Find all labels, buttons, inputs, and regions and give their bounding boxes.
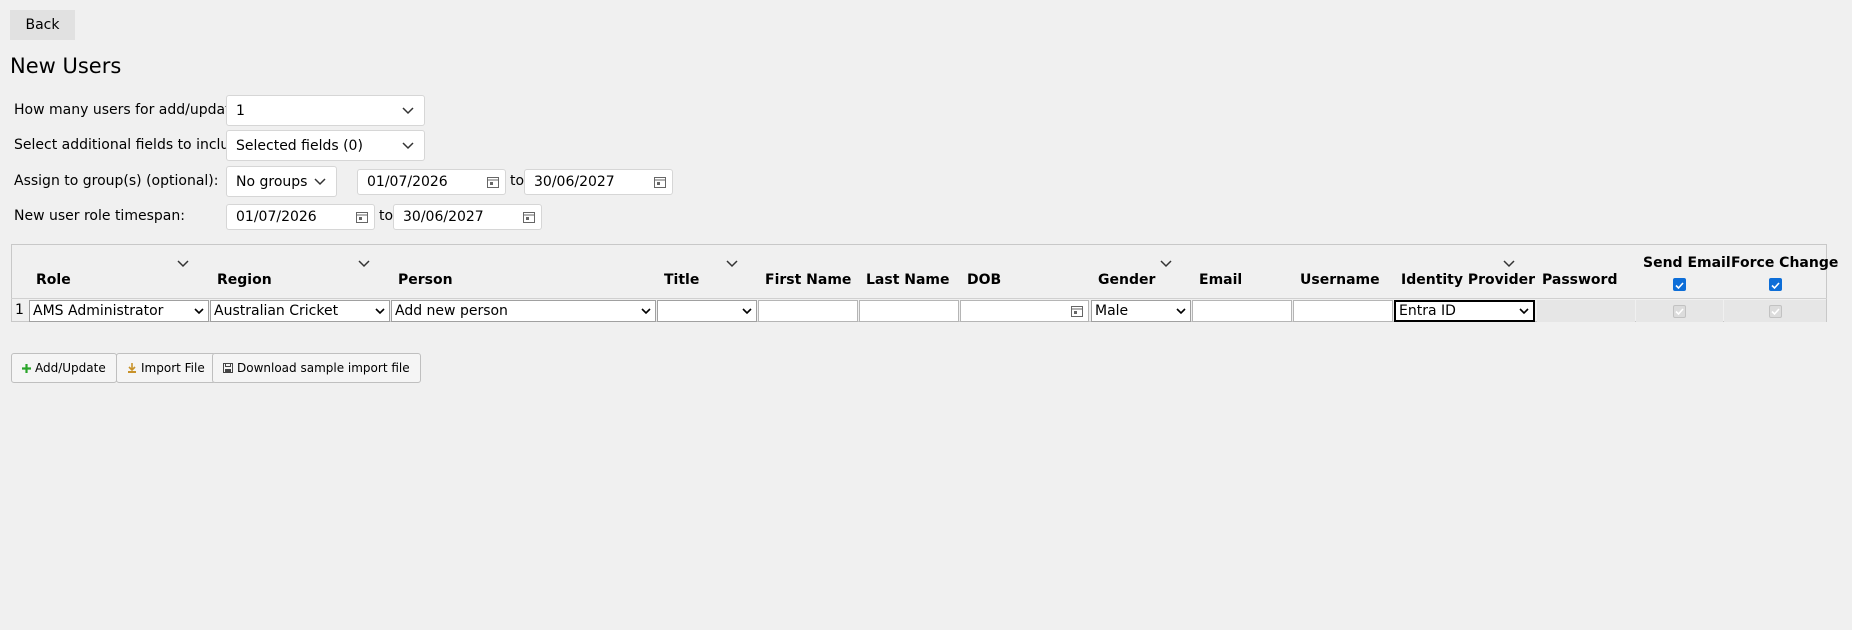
header-force-change: Force Change [1731,255,1839,271]
calendar-icon[interactable] [356,211,368,223]
header-username: Username [1300,272,1380,288]
group-start-date[interactable]: 01/07/2026 [357,169,506,195]
chevron-down-icon [194,308,204,315]
download-sample-button[interactable]: Download sample import file [212,353,421,383]
user-count-dropdown[interactable]: 1 [226,95,425,126]
row-password-cell [1537,300,1635,322]
chevron-down-icon [402,141,414,149]
row-region-select[interactable]: Australian Cricket [210,300,390,322]
back-button[interactable]: Back [10,10,75,40]
group-to-label: to [510,173,525,189]
header-send-email: Send Email [1643,255,1731,271]
row-role-value: AMS Administrator [33,303,164,319]
chevron-down-icon [314,177,326,185]
title-filter-chevron-icon[interactable] [726,260,738,268]
row-dob-input[interactable] [960,300,1089,322]
timespan-label: New user role timespan: [14,208,185,224]
timespan-end-date-value: 30/06/2027 [403,209,484,225]
row-identity-provider-value: Entra ID [1399,303,1456,319]
calendar-icon[interactable] [487,176,499,188]
header-title: Title [664,272,700,288]
row-first-name-input[interactable] [758,300,858,322]
header-identity-provider: Identity Provider [1401,272,1536,288]
row-role-select[interactable]: AMS Administrator [29,300,209,322]
chevron-down-icon [742,308,752,315]
row-number: 1 [15,302,24,318]
header-email: Email [1199,272,1243,288]
chevron-down-icon [402,106,414,114]
save-icon [223,363,233,373]
timespan-start-date-value: 01/07/2026 [236,209,317,225]
import-file-label: Import File [141,361,205,375]
check-icon [1675,282,1684,290]
header-role: Role [36,272,71,288]
header-gender: Gender [1098,272,1156,288]
import-file-button[interactable]: Import File [116,353,216,383]
chevron-down-icon [1176,308,1186,315]
user-count-label: How many users for add/update? [14,102,247,118]
row-email-input[interactable] [1192,300,1292,322]
header-password: Password [1542,272,1618,288]
row-gender-value: Male [1095,303,1129,319]
download-sample-label: Download sample import file [237,361,410,375]
add-update-label: Add/Update [35,361,106,375]
row-person-select[interactable]: Add new person [391,300,656,322]
timespan-start-date[interactable]: 01/07/2026 [226,204,375,230]
groups-value: No groups [236,173,308,190]
identity-provider-filter-chevron-icon[interactable] [1503,260,1515,268]
header-region: Region [217,272,272,288]
chevron-down-icon [641,308,651,315]
row-region-value: Australian Cricket [214,303,339,319]
check-icon [1771,282,1780,290]
group-end-date-value: 30/06/2027 [534,174,615,190]
header-first-name: First Name [765,272,852,288]
force-change-all-checkbox[interactable] [1769,278,1782,291]
row-identity-provider-select[interactable]: Entra ID [1394,300,1535,322]
row-person-value: Add new person [395,303,508,319]
check-icon [1675,308,1684,316]
calendar-icon[interactable] [1071,305,1083,317]
calendar-icon[interactable] [654,176,666,188]
group-start-date-value: 01/07/2026 [367,174,448,190]
group-end-date[interactable]: 30/06/2027 [524,169,673,195]
add-update-button[interactable]: Add/Update [11,353,117,383]
groups-label: Assign to group(s) (optional): [14,173,219,189]
row-force-change-checkbox[interactable] [1769,305,1782,318]
user-count-value: 1 [236,102,245,119]
header-last-name: Last Name [866,272,950,288]
chevron-down-icon [1519,308,1529,315]
gender-filter-chevron-icon[interactable] [1160,260,1172,268]
page-title: New Users [10,54,122,78]
plus-icon [22,363,31,373]
row-title-select[interactable] [657,300,757,322]
chevron-down-icon [375,308,385,315]
additional-fields-dropdown[interactable]: Selected fields (0) [226,130,425,161]
additional-fields-label: Select additional fields to include: [14,137,252,153]
row-send-email-checkbox[interactable] [1673,305,1686,318]
calendar-icon[interactable] [523,211,535,223]
header-person: Person [398,272,453,288]
send-email-all-checkbox[interactable] [1673,278,1686,291]
row-username-input[interactable] [1293,300,1393,322]
row-gender-select[interactable]: Male [1091,300,1191,322]
check-icon [1771,308,1780,316]
timespan-end-date[interactable]: 30/06/2027 [393,204,542,230]
import-icon [128,363,136,373]
additional-fields-value: Selected fields (0) [236,137,363,154]
header-dob: DOB [967,272,1002,288]
groups-dropdown[interactable]: No groups [226,166,337,197]
timespan-to-label: to [379,208,394,224]
role-filter-chevron-icon[interactable] [177,260,189,268]
grid-divider [11,298,1827,299]
region-filter-chevron-icon[interactable] [358,260,370,268]
row-last-name-input[interactable] [859,300,959,322]
